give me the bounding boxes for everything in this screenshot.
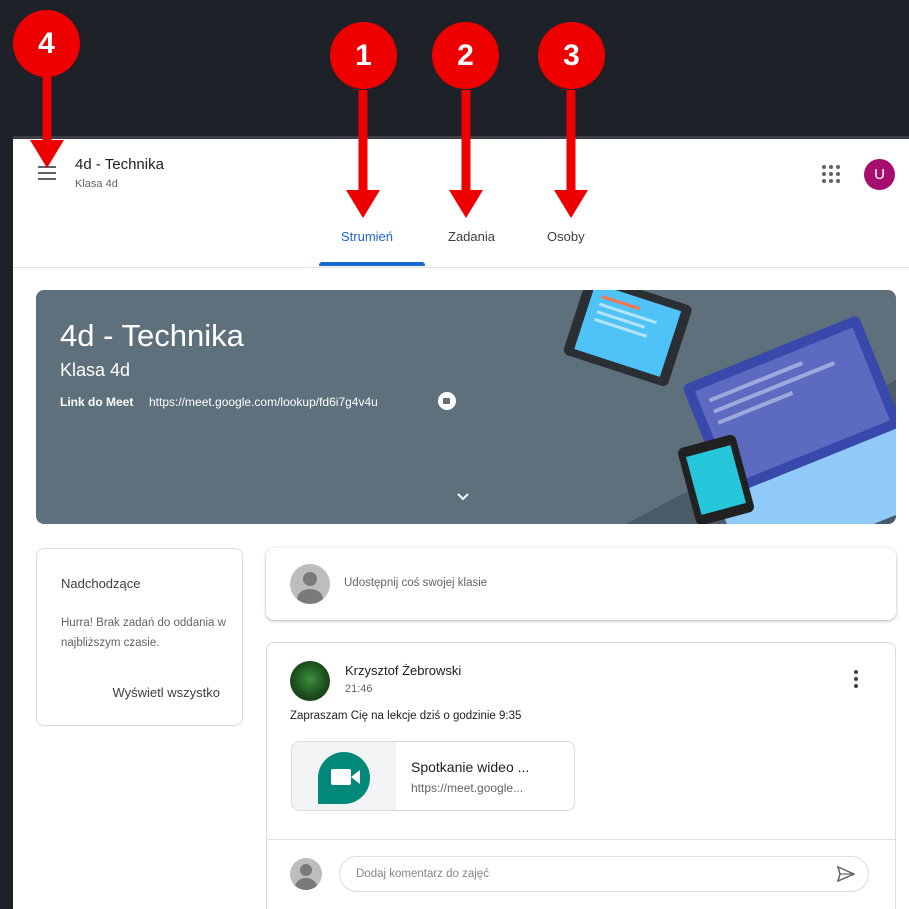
annotation-arrows	[30, 70, 588, 218]
annotation-marker-4: 4	[13, 10, 80, 77]
annotation-marker-3: 3	[538, 22, 605, 89]
annotation-marker-1: 1	[330, 22, 397, 89]
screenshot-stage: 4d - Technika Klasa 4d U Strumień Zadani…	[0, 0, 909, 909]
annotation-marker-2: 2	[432, 22, 499, 89]
